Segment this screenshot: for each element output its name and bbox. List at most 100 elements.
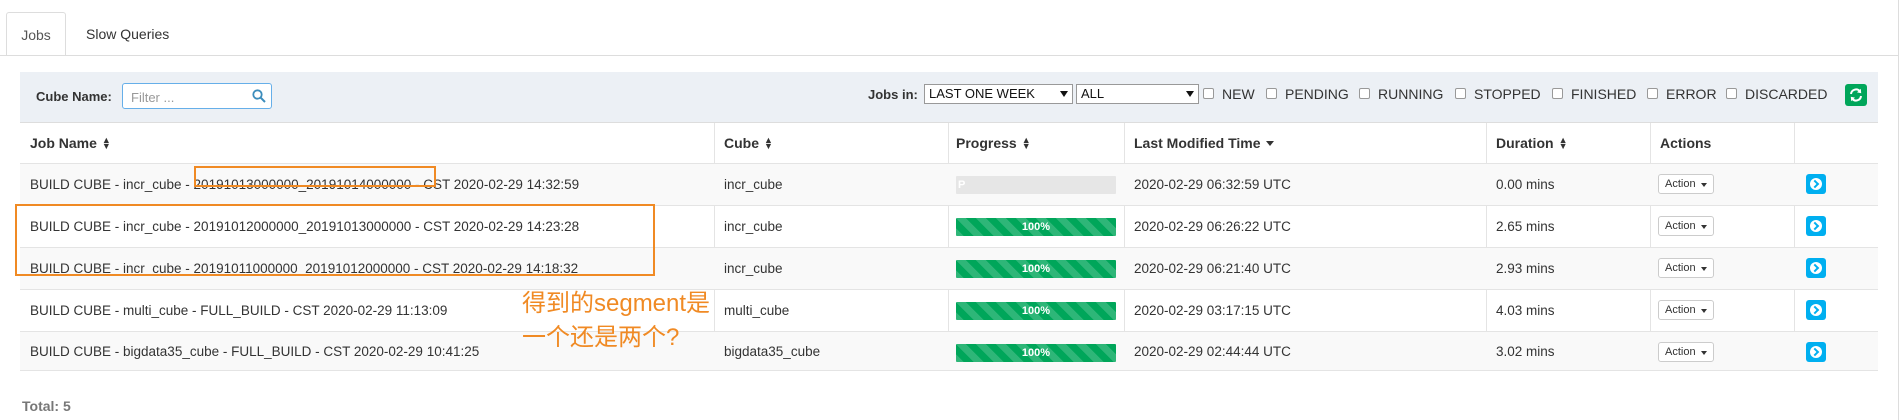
status-label-finished: FINISHED [1571, 86, 1637, 102]
chevron-down-icon [1186, 91, 1194, 97]
column-header-job-name[interactable]: Job Name ▲ ▼ [30, 123, 111, 163]
status-label-discarded: DISCARDED [1745, 86, 1828, 102]
caret-down-icon [1701, 351, 1707, 355]
progress-bar: 100% [956, 302, 1116, 320]
job-detail-button[interactable] [1806, 258, 1826, 278]
status-checkbox-discarded[interactable] [1726, 88, 1737, 99]
modified-time-cell: 2020-02-29 06:26:22 UTC [1134, 219, 1291, 234]
column-header-duration[interactable]: Duration ▲ ▼ [1496, 123, 1567, 163]
job-detail-button[interactable] [1806, 342, 1826, 362]
progress-fill: 100% [956, 218, 1116, 236]
status-label-running: RUNNING [1378, 86, 1444, 102]
status-checkbox-error[interactable] [1647, 88, 1658, 99]
sort-icon: ▲ ▼ [764, 135, 773, 151]
column-header-label: Progress [956, 135, 1017, 151]
cube-cell: bigdata35_cube [724, 343, 821, 359]
modified-time-cell: 2020-02-29 03:17:15 UTC [1134, 303, 1291, 318]
total-count: Total: 5 [22, 398, 71, 414]
action-dropdown-button[interactable]: Action [1658, 216, 1714, 236]
content-border [1898, 0, 1899, 420]
cube-cell: multi_cube [724, 303, 790, 318]
cube-cell: incr_cube [724, 177, 783, 192]
project-select[interactable]: ALL [1076, 84, 1199, 104]
modified-time-cell: 2020-02-29 02:44:44 UTC [1134, 343, 1291, 359]
duration-cell: 3.02 mins [1496, 343, 1555, 359]
caret-down-icon [1701, 183, 1707, 187]
job-name-cell: BUILD CUBE - bigdata35_cube - FULL_BUILD… [30, 343, 480, 359]
status-label-error: ERROR [1666, 86, 1717, 102]
sort-icon: ▲ ▼ [101, 135, 111, 151]
column-header-progress[interactable]: Progress ▲ ▼ [956, 123, 1031, 163]
action-label: Action [1665, 220, 1696, 232]
status-label-stopped: STOPPED [1474, 86, 1541, 102]
progress-fill: P [958, 179, 966, 191]
column-header-cube[interactable]: Cube ▲ ▼ [724, 123, 773, 163]
tab-divider [0, 55, 1898, 56]
chevron-right-icon [1810, 304, 1822, 316]
job-detail-button[interactable] [1806, 300, 1826, 320]
action-dropdown-button[interactable]: Action [1658, 342, 1714, 362]
action-label: Action [1665, 178, 1696, 190]
modified-time-cell: 2020-02-29 06:21:40 UTC [1134, 261, 1291, 276]
status-checkbox-finished[interactable] [1552, 88, 1563, 99]
column-header-last-modified[interactable]: Last Modified Time [1134, 123, 1274, 163]
sort-icon: ▲ ▼ [1021, 135, 1031, 151]
chevron-down-icon [1060, 91, 1068, 97]
caret-down-icon [1701, 267, 1707, 271]
tab-jobs[interactable]: Jobs [6, 12, 66, 56]
progress-bar: 100% [956, 344, 1116, 362]
chevron-right-icon [1810, 178, 1822, 190]
tab-slow-queries[interactable]: Slow Queries [70, 12, 185, 56]
project-value: ALL [1081, 86, 1105, 101]
column-header-label: Job Name [30, 135, 97, 151]
caret-down-icon [1701, 225, 1707, 229]
job-name-cell: BUILD CUBE - multi_cube - FULL_BUILD - C… [30, 303, 448, 318]
time-range-value: LAST ONE WEEK [929, 86, 1035, 101]
sort-icon: ▲ ▼ [1558, 135, 1568, 151]
action-label: Action [1665, 262, 1696, 274]
column-header-actions: Actions [1660, 135, 1712, 151]
status-checkbox-stopped[interactable] [1455, 88, 1466, 99]
cube-search-input[interactable] [129, 85, 251, 109]
cube-name-label: Cube Name: [36, 89, 112, 104]
caret-down-icon [1701, 309, 1707, 313]
cube-search-box[interactable] [122, 83, 272, 109]
table-row: BUILD CUBE - multi_cube - FULL_BUILD - C… [20, 290, 1878, 332]
annotation-note: 得到的segment是 一个还是两个? [522, 287, 710, 355]
status-checkbox-running[interactable] [1359, 88, 1370, 99]
cube-cell: incr_cube [724, 261, 783, 276]
annotation-line-2: 一个还是两个? [522, 324, 680, 351]
annotation-box-segment-range [194, 166, 436, 187]
progress-fill: 100% [956, 260, 1116, 278]
table-header: Job Name ▲ ▼ Cube ▲ ▼ Progress ▲ ▼ Last Modifi… [20, 123, 1878, 164]
duration-cell: 2.65 mins [1496, 219, 1555, 234]
column-header-label: Cube [724, 135, 759, 151]
progress-bar: 100% [956, 260, 1116, 278]
column-header-label: Last Modified Time [1134, 135, 1261, 151]
time-range-select[interactable]: LAST ONE WEEK [924, 84, 1073, 104]
job-detail-button[interactable] [1806, 216, 1826, 236]
refresh-button[interactable] [1845, 84, 1867, 106]
chevron-right-icon [1810, 220, 1822, 232]
action-dropdown-button[interactable]: Action [1658, 300, 1714, 320]
progress-fill: 100% [956, 344, 1116, 362]
action-dropdown-button[interactable]: Action [1658, 258, 1714, 278]
action-label: Action [1665, 346, 1696, 358]
status-label-new: NEW [1222, 86, 1255, 102]
status-checkbox-new[interactable] [1203, 88, 1214, 99]
progress-fill: 100% [956, 302, 1116, 320]
tab-bar: Jobs Slow Queries [0, 0, 1904, 56]
job-detail-button[interactable] [1806, 174, 1826, 194]
modified-time-cell: 2020-02-29 06:32:59 UTC [1134, 177, 1291, 192]
action-dropdown-button[interactable]: Action [1658, 174, 1714, 194]
progress-bar: P [956, 176, 1116, 194]
action-label: Action [1665, 304, 1696, 316]
jobs-in-label: Jobs in: [868, 87, 918, 102]
duration-cell: 4.03 mins [1496, 303, 1555, 318]
status-checkbox-pending[interactable] [1266, 88, 1277, 99]
annotation-box-rows [15, 204, 655, 276]
duration-cell: 0.00 mins [1496, 177, 1555, 192]
sort-desc-icon [1265, 140, 1274, 146]
annotation-line-1: 得到的segment是 [522, 290, 711, 317]
search-icon[interactable] [252, 89, 266, 103]
